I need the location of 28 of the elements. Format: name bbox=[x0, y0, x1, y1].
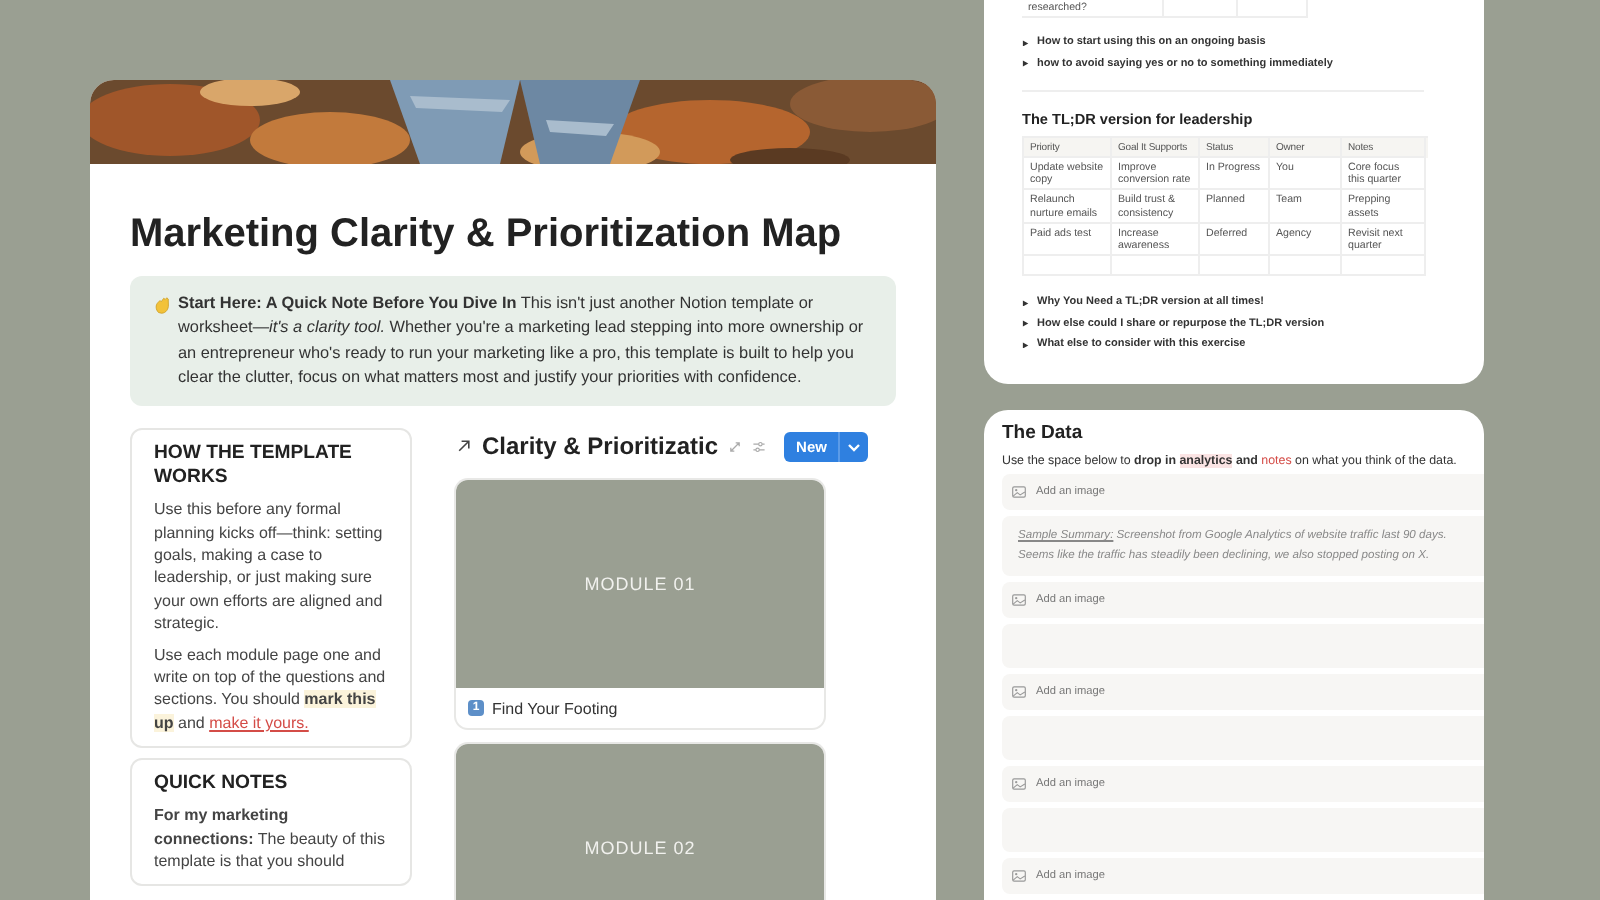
link[interactable]: make it yours. bbox=[209, 713, 309, 732]
module-label: MODULE 02 bbox=[584, 838, 696, 859]
toggle-triangle-icon[interactable] bbox=[1022, 60, 1029, 68]
board-title[interactable]: Clarity & Prioritizatic bbox=[482, 432, 719, 461]
card-title: Find Your Footing bbox=[492, 699, 618, 718]
module-card[interactable]: MODULE 02 bbox=[456, 744, 824, 900]
image-icon bbox=[1012, 870, 1026, 882]
filter-icon[interactable] bbox=[752, 439, 767, 454]
module-label: MODULE 01 bbox=[584, 574, 696, 595]
card-heading: HOW THE TEMPLATE WORKS bbox=[154, 442, 354, 491]
toggle-triangle-icon[interactable] bbox=[1022, 299, 1029, 307]
page-title: Marketing Clarity & Prioritization Map bbox=[130, 210, 842, 260]
card-text: Use each module page one and write on top of the questions and sections. You should mark this up and make it yours. bbox=[154, 643, 388, 735]
card-text: Use this before any formal planning kicks off—think: setting goals, making a case to leadership, or just making sure your own efforts are aligned and strategic. bbox=[154, 498, 385, 636]
callout-text: Start Here: A Quick Note Before You Dive In This isn't just another Notion template or worksheet—it's a clarity tool. Whether you're a marketing lead stepping into more ownership or an entrepreneur who's ready to run your marketing like a pro, this template is built to help you clear the clutter, focus on what matters most and justify your priorities with confidence. bbox=[178, 292, 866, 390]
image-icon bbox=[1012, 486, 1026, 498]
link-arrow-icon bbox=[456, 438, 472, 455]
toggle-triangle-icon[interactable] bbox=[1022, 341, 1029, 349]
page-title: The Data bbox=[1002, 422, 1085, 444]
expand-icon[interactable] bbox=[728, 439, 743, 454]
image-icon bbox=[1012, 778, 1026, 790]
waving-hand-icon bbox=[154, 296, 172, 314]
image-icon bbox=[1012, 594, 1026, 606]
image-icon bbox=[1012, 686, 1026, 698]
toggle-triangle-icon[interactable] bbox=[1022, 39, 1029, 47]
toggle-triangle-icon[interactable] bbox=[1022, 320, 1029, 328]
card-heading: QUICK NOTES bbox=[154, 772, 290, 797]
card-text: For my marketing connections: The beauty of this template is that you should bbox=[154, 804, 387, 873]
